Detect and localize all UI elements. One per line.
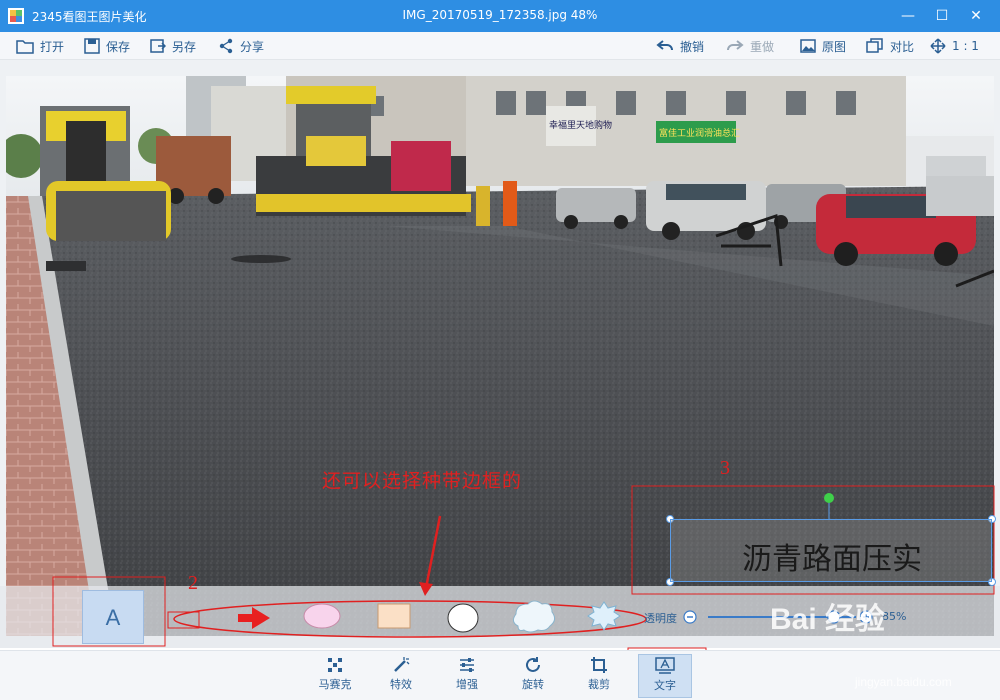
baidu-watermark-url: jingyan.baidu.com xyxy=(855,675,952,689)
annotation-arrow xyxy=(424,515,442,589)
annotation-label-3: 3 xyxy=(720,457,730,479)
round-bubble-style[interactable] xyxy=(447,603,479,633)
effects-label: 特效 xyxy=(390,678,412,691)
effects-button[interactable]: 特效 xyxy=(374,654,428,698)
annotation-arrowhead xyxy=(419,582,433,596)
mosaic-label: 马赛克 xyxy=(318,678,352,691)
burst-bubble-style[interactable] xyxy=(587,601,621,631)
opacity-label: 透明度 xyxy=(644,612,677,625)
crop-icon xyxy=(591,657,607,673)
rotate-handle[interactable] xyxy=(824,493,834,503)
rotate-icon xyxy=(526,657,540,672)
magic-wand-icon xyxy=(394,657,410,672)
text-label: 文字 xyxy=(654,679,676,692)
pink-bubble-style[interactable] xyxy=(303,603,341,629)
mosaic-icon xyxy=(328,658,342,672)
mosaic-button[interactable]: 马赛克 xyxy=(308,654,362,698)
opacity-value: 85% xyxy=(882,610,907,623)
text-icon xyxy=(655,657,675,674)
enhance-button[interactable]: 增强 xyxy=(440,654,494,698)
overlay-text: 沥青路面压实 xyxy=(742,542,922,577)
arrow-bubble-style[interactable] xyxy=(238,607,270,629)
crop-label: 裁剪 xyxy=(588,678,610,691)
annotation-box-2 xyxy=(52,576,166,647)
annotation-note: 还可以选择种带边框的 xyxy=(322,470,523,492)
rotate-button[interactable]: 旋转 xyxy=(506,654,560,698)
sliders-icon xyxy=(460,658,474,672)
bottom-toolbar: 马赛克 特效 增强 旋转 裁剪 文字 xyxy=(0,650,1000,700)
crop-button[interactable]: 裁剪 xyxy=(572,654,626,698)
text-overlay-box[interactable]: 沥青路面压实 xyxy=(670,519,992,582)
annotation-label-2: 2 xyxy=(188,572,198,594)
baidu-watermark: Bai 经验 xyxy=(770,603,886,636)
cloud-bubble-style[interactable] xyxy=(512,600,556,633)
rotate-label: 旋转 xyxy=(522,678,544,691)
enhance-label: 增强 xyxy=(456,678,478,691)
text-button[interactable]: 文字 xyxy=(638,654,692,698)
rect-bubble-style[interactable] xyxy=(377,603,411,629)
